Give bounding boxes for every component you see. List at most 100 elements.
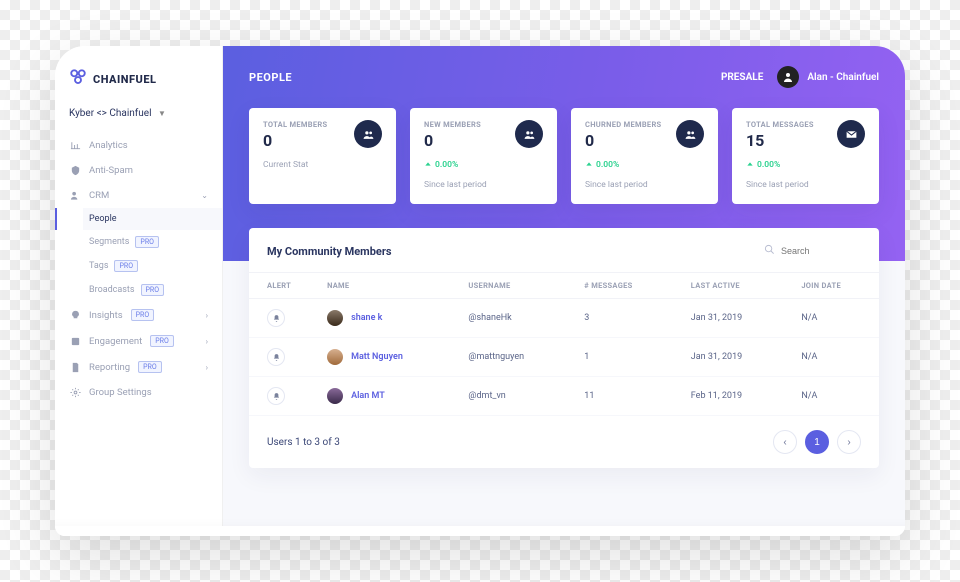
subnav-broadcasts[interactable]: Broadcasts PRO [83, 278, 222, 302]
stat-value: 0 [585, 131, 661, 150]
subnav-people[interactable]: People [83, 208, 222, 230]
users-icon [354, 120, 382, 148]
pagination: ‹ 1 › [773, 430, 861, 454]
stat-sub: Current Stat [263, 160, 382, 170]
chevron-right-icon: › [206, 363, 208, 372]
page-title: PEOPLE [249, 71, 292, 84]
bell-icon[interactable] [267, 348, 285, 366]
members-panel: My Community Members ALERT NAME USERNAME… [249, 228, 879, 468]
users-icon [515, 120, 543, 148]
shield-icon [69, 165, 81, 176]
col-username: USERNAME [450, 273, 566, 299]
nav-label: Engagement [89, 336, 142, 347]
member-avatar [327, 310, 343, 326]
nav-analytics[interactable]: Analytics [55, 133, 222, 158]
panel-title: My Community Members [267, 245, 392, 258]
pro-badge: PRO [131, 309, 155, 321]
member-last-active: Feb 11, 2019 [673, 377, 784, 416]
stat-trend: 0.00% [746, 160, 865, 170]
brand-logo-icon [69, 68, 87, 90]
col-messages: # MESSAGES [566, 273, 673, 299]
nav-antispam[interactable]: Anti-Spam [55, 158, 222, 183]
presale-link[interactable]: PRESALE [721, 72, 763, 83]
member-username: @dmt_vn [450, 377, 566, 416]
subnav-label: Tags [89, 261, 108, 271]
pagination-summary: Users 1 to 3 of 3 [267, 437, 340, 448]
stat-new-members: NEW MEMBERS 0 0.00% Since last period [410, 108, 557, 204]
stat-total-members: TOTAL MEMBERS 0 Current Stat [249, 108, 396, 204]
member-last-active: Jan 31, 2019 [673, 299, 784, 338]
subnav-tags[interactable]: Tags PRO [83, 254, 222, 278]
caret-down-icon: ▼ [158, 109, 166, 118]
subnav-label: People [89, 214, 117, 224]
member-join-date: N/A [783, 299, 879, 338]
stat-value: 15 [746, 131, 814, 150]
brand-name: CHAINFUEL [93, 73, 156, 86]
trend-value: 0.00% [596, 160, 619, 170]
nav-label: Anti-Spam [89, 165, 133, 176]
user-name[interactable]: Alan - Chainfuel [807, 72, 879, 83]
member-username: @shaneHk [450, 299, 566, 338]
nav-label: Insights [89, 310, 123, 321]
subnav-label: Broadcasts [89, 285, 135, 295]
search-input[interactable] [781, 246, 861, 256]
nav-group-settings[interactable]: Group Settings [55, 380, 222, 405]
table-row[interactable]: Matt Nguyen @mattnguyen 1 Jan 31, 2019 N… [249, 338, 879, 377]
nav-insights[interactable]: Insights PRO › [55, 302, 222, 328]
member-join-date: N/A [783, 377, 879, 416]
pro-badge: PRO [141, 284, 165, 296]
gear-icon [69, 387, 81, 398]
stat-sub: Since last period [585, 180, 704, 190]
bell-icon[interactable] [267, 309, 285, 327]
nav-reporting[interactable]: Reporting PRO › [55, 354, 222, 380]
nav-label: Reporting [89, 362, 130, 373]
table-row[interactable]: shane k @shaneHk 3 Jan 31, 2019 N/A [249, 299, 879, 338]
members-table: ALERT NAME USERNAME # MESSAGES LAST ACTI… [249, 272, 879, 416]
col-alert: ALERT [249, 273, 309, 299]
stat-label: TOTAL MESSAGES [746, 120, 814, 129]
stats-row: TOTAL MEMBERS 0 Current Stat NEW MEMBERS… [223, 108, 905, 204]
member-last-active: Jan 31, 2019 [673, 338, 784, 377]
document-icon [69, 362, 81, 373]
pro-badge: PRO [150, 335, 174, 347]
page-number-button[interactable]: 1 [805, 430, 829, 454]
search-box[interactable] [764, 244, 861, 258]
lightbulb-icon [69, 310, 81, 321]
pro-badge: PRO [114, 260, 138, 272]
stat-churned-members: CHURNED MEMBERS 0 0.00% Since last perio… [571, 108, 718, 204]
nav-label: Analytics [89, 140, 128, 151]
nav-label: Group Settings [89, 387, 152, 398]
arrow-up-icon [585, 161, 593, 169]
user-avatar[interactable] [777, 66, 799, 88]
topbar: PEOPLE PRESALE Alan - Chainfuel [223, 46, 905, 108]
table-row[interactable]: Alan MT @dmt_vn 11 Feb 11, 2019 N/A [249, 377, 879, 416]
stat-trend: 0.00% [585, 160, 704, 170]
bell-icon[interactable] [267, 387, 285, 405]
chevron-down-icon: ⌄ [201, 191, 208, 200]
col-join-date: JOIN DATE [783, 273, 879, 299]
arrow-up-icon [424, 161, 432, 169]
member-name[interactable]: shane k [351, 313, 382, 323]
contact-icon [69, 336, 81, 347]
member-username: @mattnguyen [450, 338, 566, 377]
workspace-selector[interactable]: Kyber <> Chainfuel ▼ [55, 108, 222, 133]
member-join-date: N/A [783, 338, 879, 377]
nav-engagement[interactable]: Engagement PRO › [55, 328, 222, 354]
pro-badge: PRO [138, 361, 162, 373]
sidebar: CHAINFUEL Kyber <> Chainfuel ▼ Analytics… [55, 46, 223, 536]
users-icon [69, 190, 81, 201]
member-messages: 11 [566, 377, 673, 416]
stat-label: TOTAL MEMBERS [263, 120, 327, 129]
subnav-label: Segments [89, 237, 129, 247]
chevron-right-icon: › [206, 311, 208, 320]
col-last-active: LAST ACTIVE [673, 273, 784, 299]
member-name[interactable]: Alan MT [351, 391, 385, 401]
member-name[interactable]: Matt Nguyen [351, 352, 403, 362]
member-avatar [327, 349, 343, 365]
stat-sub: Since last period [746, 180, 865, 190]
page-next-button[interactable]: › [837, 430, 861, 454]
subnav-segments[interactable]: SegmentsPRO [83, 230, 222, 254]
arrow-up-icon [746, 161, 754, 169]
nav-crm[interactable]: CRM ⌄ [55, 183, 222, 208]
page-prev-button[interactable]: ‹ [773, 430, 797, 454]
